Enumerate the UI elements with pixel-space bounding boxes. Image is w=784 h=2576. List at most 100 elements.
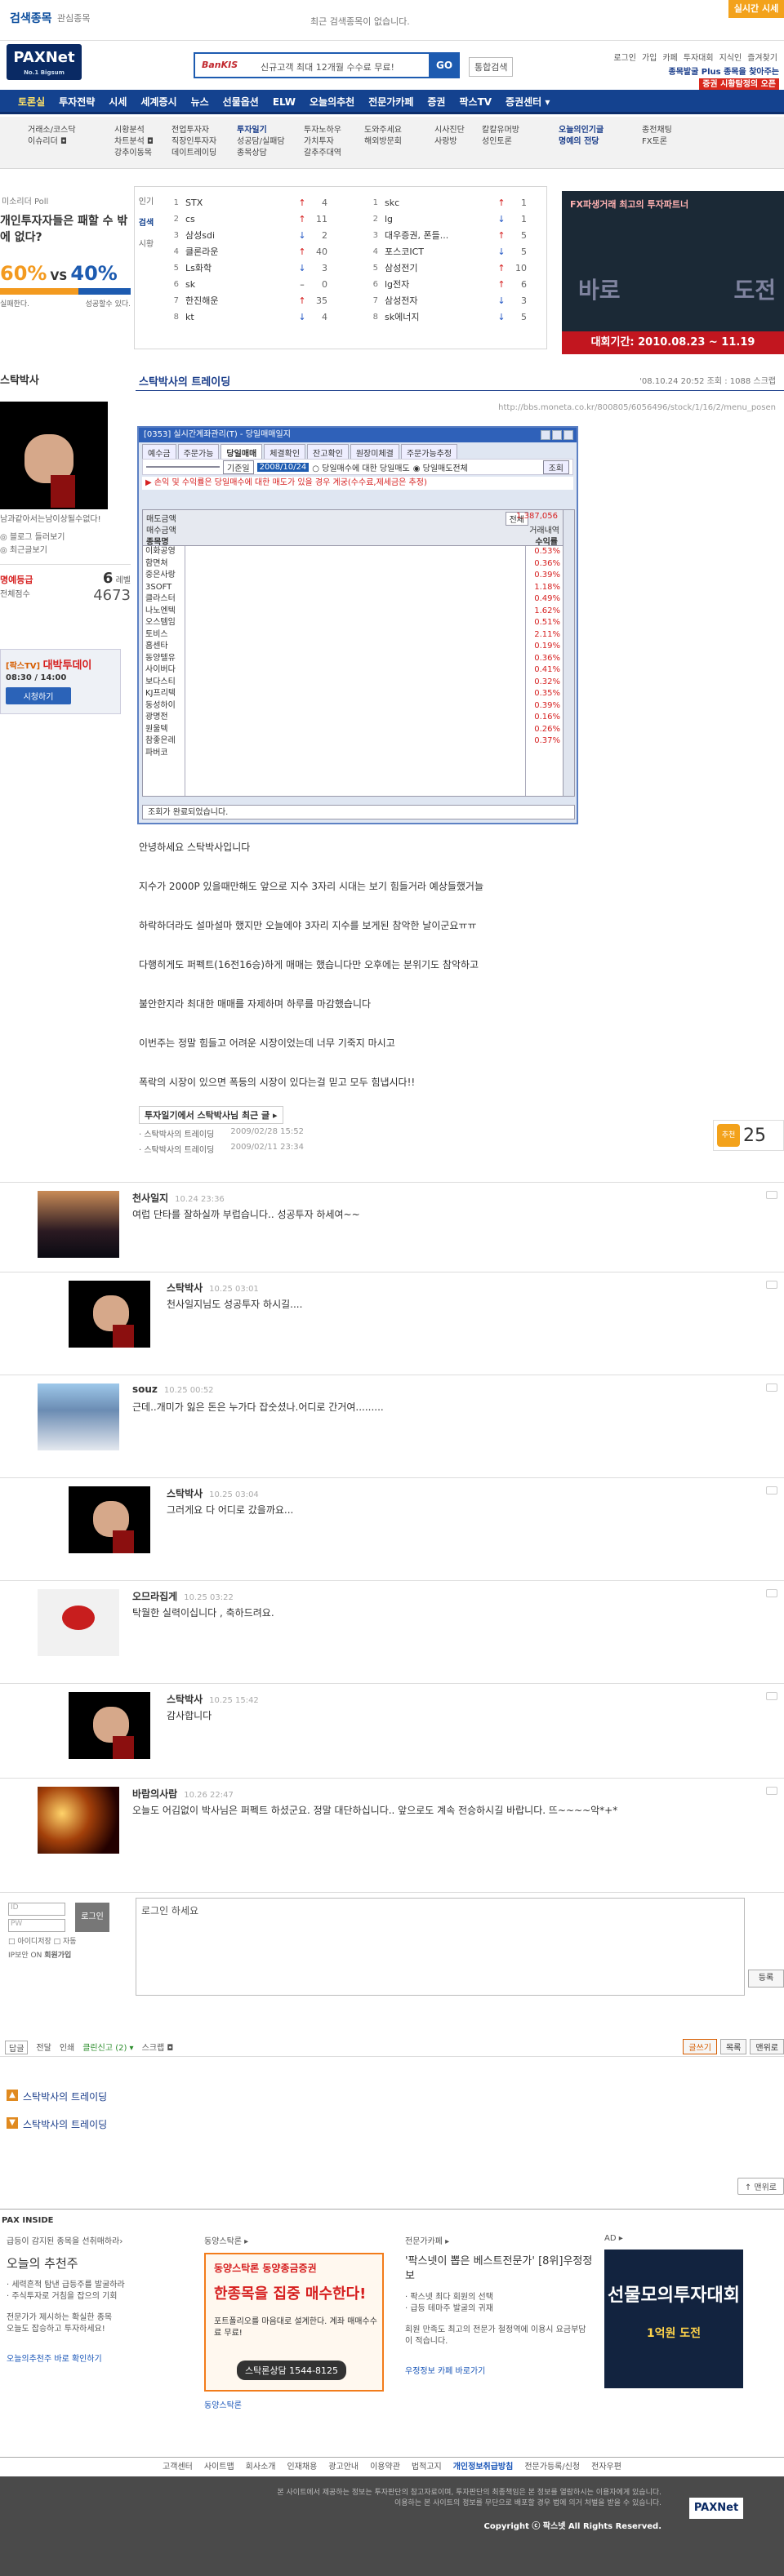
id-field[interactable]: ID — [8, 1903, 65, 1916]
footer-link[interactable]: 고객센터 — [163, 2458, 193, 2476]
sub-nav-item[interactable]: FX토론 — [642, 136, 672, 148]
footer-link-privacy[interactable]: 개인정보취급방침 — [453, 2458, 514, 2476]
nav-world-markets[interactable]: 세계증시 — [140, 90, 176, 112]
scrap-button[interactable]: 스크랩 ◘ — [142, 2041, 174, 2054]
list-button[interactable]: 목록 — [719, 2039, 747, 2054]
popular-stock-item[interactable]: 6 sk – 0 — [164, 277, 327, 293]
sub-nav-item[interactable]: 도와주세요 — [364, 125, 402, 136]
comment-reply-icon[interactable] — [766, 1692, 777, 1700]
sub-nav-item-active[interactable]: 투자일기 — [237, 125, 285, 136]
sub-nav-item[interactable]: 성공담/실패담 — [237, 136, 285, 148]
prev-post-link[interactable]: ▲ 스탁박사의 트레이딩 — [7, 2090, 107, 2103]
comment-author[interactable]: 스탁박사 10.25 15:42 — [167, 1692, 259, 1706]
popular-stock-item[interactable]: 7 한진해운 ↑ 35 — [164, 293, 327, 309]
sub-nav-item[interactable]: 가치투자 — [304, 136, 341, 148]
sub-nav-item[interactable]: 데이트레이딩 — [172, 148, 216, 159]
paxnet-logo[interactable]: PAXNet No.1 Bigsum — [7, 44, 82, 80]
footer-logo[interactable]: PAXNet — [689, 2498, 743, 2519]
mock-trading-ad[interactable]: 선물모의투자대회 1억원 도전 — [604, 2250, 743, 2388]
popular-stock-item[interactable]: 7 삼성전자 ↓ 3 — [363, 293, 527, 309]
footer-link[interactable]: 전자우편 — [591, 2458, 621, 2476]
tab-market[interactable]: 시황 — [136, 234, 156, 255]
sub-nav-item[interactable]: 종전채팅 — [642, 125, 672, 136]
nav-news[interactable]: 뉴스 — [191, 90, 209, 112]
comment-author[interactable]: 바람의사람 10.26 22:47 — [132, 1787, 234, 1801]
footer-link[interactable]: 인재채용 — [287, 2458, 317, 2476]
popular-stock-item[interactable]: 3 대우증권, 폰들... ↑ 5 — [363, 228, 527, 244]
sub-nav-item[interactable]: 시사진단 — [434, 125, 465, 136]
forward-button[interactable]: 전달 — [36, 2041, 51, 2054]
knowledge-link[interactable]: 지식인 — [719, 51, 742, 63]
tv-watch-button[interactable]: 시청하기 — [6, 687, 71, 704]
sub-nav-item[interactable]: 오늘의인기글 — [559, 125, 604, 136]
print-button[interactable]: 인쇄 — [60, 2041, 74, 2054]
inside-link[interactable]: 동양스탁론 — [204, 2398, 392, 2410]
comment-textarea[interactable]: 로그인 하세요 — [136, 1898, 745, 1996]
cafe-link[interactable]: 카페 — [662, 51, 677, 63]
popular-stock-item[interactable]: 4 클론라운 ↑ 40 — [164, 244, 327, 260]
recent-posts-link[interactable]: ◎ 최근글보기 — [0, 544, 131, 557]
search-go-button[interactable]: GO — [429, 52, 460, 78]
login-options[interactable]: □ 아이디저장 □ 자동 — [8, 1935, 111, 1946]
comment-reply-icon[interactable] — [766, 1486, 777, 1495]
comment-author[interactable]: 오므라집게 10.25 03:22 — [132, 1589, 234, 1603]
popular-stock-item[interactable]: 1 STX ↑ 4 — [164, 195, 327, 211]
comment-submit-button[interactable]: 등록 — [748, 1970, 784, 1988]
footer-link[interactable]: 광고안내 — [328, 2458, 359, 2476]
ip-security-toggle[interactable]: IP보안 ON — [8, 1952, 42, 1960]
popular-stock-item[interactable]: 8 sk에너지 ↓ 5 — [363, 309, 527, 326]
login-button[interactable]: 로그인 — [75, 1903, 109, 1932]
popular-stock-item[interactable]: 5 삼성전기 ↑ 10 — [363, 260, 527, 277]
nav-strategy[interactable]: 투자전략 — [59, 90, 95, 112]
sub-nav-item[interactable]: 갈추주대역 — [304, 148, 341, 159]
popular-stock-item[interactable]: 1 skc ↑ 1 — [363, 195, 527, 211]
nav-paxtv[interactable]: 팍스TV — [459, 90, 492, 112]
comment-author[interactable]: souz 10.25 00:52 — [132, 1383, 214, 1395]
comment-author[interactable]: 천사일지 10.24 23:36 — [132, 1191, 225, 1205]
comment-reply-icon[interactable] — [766, 1383, 777, 1392]
footer-link[interactable]: 법적고지 — [412, 2458, 442, 2476]
top-button[interactable]: 맨위로 — [750, 2039, 784, 2054]
nav-futures[interactable]: 선물옵션 — [223, 90, 259, 112]
sub-nav-item[interactable]: 칼칼유머방 — [482, 125, 519, 136]
comment-reply-icon[interactable] — [766, 1787, 777, 1795]
scroll-top-button[interactable]: ↑ 맨위로 — [737, 2178, 784, 2195]
login-link[interactable]: 로그인 — [613, 51, 636, 63]
popular-stock-item[interactable]: 8 kt ↓ 4 — [164, 309, 327, 326]
nav-quotes[interactable]: 시세 — [109, 90, 127, 112]
nav-today-picks[interactable]: 오늘의추천 — [310, 90, 354, 112]
popular-stock-item[interactable]: 3 삼성sdi ↓ 2 — [164, 228, 327, 244]
footer-link[interactable]: 회사소개 — [246, 2458, 276, 2476]
related-post[interactable]: · 스탁박사의 트레이딩 2009/02/11 23:34 — [139, 1143, 564, 1155]
popular-stock-item[interactable]: 2 cs ↑ 11 — [164, 211, 327, 228]
author-name[interactable]: 스탁박사 — [0, 371, 131, 387]
sub-nav-item[interactable]: 강추이동목 — [114, 148, 154, 159]
integrated-search-button[interactable]: 통합검색 — [469, 57, 514, 77]
stockloan-ad[interactable]: 동양스탁론 동양종금증권 한종목을 집중 매수한다! 포트폴리오를 마음대로 설… — [204, 2253, 384, 2392]
realtime-quote-button[interactable]: 실시간 시세 — [728, 0, 784, 18]
sub-nav-item[interactable]: 사랑방 — [434, 136, 465, 148]
footer-link[interactable]: 이용약관 — [370, 2458, 400, 2476]
related-posts-head[interactable]: 투자일기에서 스탁박사님 최근 글 ▸ — [139, 1106, 283, 1124]
sub-nav-item[interactable]: 거래소/코스닥 — [28, 125, 76, 136]
next-post-link[interactable]: ▼ 스탁박사의 트레이딩 — [7, 2117, 107, 2131]
sub-nav-item[interactable]: 이슈리더 ◘ — [28, 136, 76, 148]
popular-stock-item[interactable]: 6 lg전자 ↑ 6 — [363, 277, 527, 293]
sub-nav-item[interactable]: 해외방문회 — [364, 136, 402, 148]
nav-securities[interactable]: 증권 — [427, 90, 445, 112]
search-input[interactable]: BanKIS 신규고객 최대 12개월 수수료 무료! — [194, 52, 460, 78]
inside-title[interactable]: 오늘의 추천주 — [7, 2254, 194, 2272]
tab-search[interactable]: 검색 — [136, 213, 156, 234]
nav-securities-center[interactable]: 증권센터 ▾ — [506, 90, 550, 112]
recent-stocks-title[interactable]: 검색종목 — [10, 10, 52, 26]
sub-nav-item[interactable]: 종목상담 — [237, 148, 285, 159]
inside-kicker[interactable]: 동양스탁론 ▸ — [204, 2234, 392, 2246]
contest-link[interactable]: 투자대회 — [684, 51, 714, 63]
recommend-button[interactable]: 추천 25 — [713, 1120, 784, 1151]
password-field[interactable]: PW — [8, 1919, 65, 1932]
comment-reply-icon[interactable] — [766, 1589, 777, 1597]
sub-nav-item[interactable]: 명예의 전당 — [559, 136, 604, 148]
comment-author[interactable]: 스탁박사 10.25 03:01 — [167, 1281, 259, 1295]
tab-popular[interactable]: 인기 — [136, 192, 156, 213]
comment-reply-icon[interactable] — [766, 1281, 777, 1289]
